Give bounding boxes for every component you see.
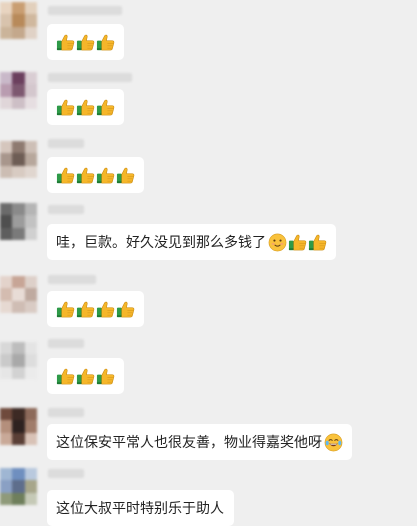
message-bubble[interactable] (47, 24, 124, 60)
thumbs-up-icon (76, 98, 95, 117)
sender-name (48, 205, 84, 214)
avatar[interactable] (0, 203, 37, 240)
thumbs-up-icon (116, 166, 135, 185)
thumbs-up-icon (116, 300, 135, 319)
message-text: 哇，巨款。好久没见到那么多钱了 (56, 235, 266, 251)
sender-name (48, 408, 84, 417)
sender-name (48, 139, 84, 148)
sender-name (48, 339, 84, 348)
thumbs-up-icon (56, 367, 75, 386)
thumbs-up-icon (76, 166, 95, 185)
sender-name (48, 6, 122, 15)
sender-name (48, 469, 84, 478)
thumbs-up-icon (56, 166, 75, 185)
avatar[interactable] (0, 342, 37, 379)
avatar[interactable] (0, 141, 37, 178)
avatar[interactable] (0, 408, 37, 445)
sender-name (48, 73, 132, 82)
message-bubble[interactable] (47, 157, 144, 193)
thumbs-up-icon (56, 98, 75, 117)
thumbs-up-icon (76, 33, 95, 52)
thumbs-up-icon (96, 166, 115, 185)
thumbs-up-icon (56, 33, 75, 52)
thumbs-up-icon (288, 233, 307, 252)
thumbs-up-icon (96, 367, 115, 386)
avatar[interactable] (0, 2, 37, 39)
thumbs-up-icon (56, 300, 75, 319)
message-bubble[interactable]: 这位大叔平时特别乐于助人 (47, 490, 234, 526)
laugh-tears-face-icon (324, 433, 343, 452)
message-bubble[interactable]: 哇，巨款。好久没见到那么多钱了 (47, 224, 336, 260)
message-text: 这位保安平常人也很友善，物业得嘉奖他呀 (56, 435, 322, 451)
thumbs-up-icon (96, 98, 115, 117)
avatar[interactable] (0, 276, 37, 313)
sender-name (48, 275, 96, 284)
thumbs-up-icon (96, 300, 115, 319)
thumbs-up-icon (308, 233, 327, 252)
avatar[interactable] (0, 468, 37, 505)
thumbs-up-icon (76, 300, 95, 319)
thumbs-up-icon (96, 33, 115, 52)
message-bubble[interactable] (47, 291, 144, 327)
message-bubble[interactable]: 这位保安平常人也很友善，物业得嘉奖他呀 (47, 424, 352, 460)
thumbs-up-icon (76, 367, 95, 386)
message-bubble[interactable] (47, 89, 124, 125)
message-bubble[interactable] (47, 358, 124, 394)
avatar[interactable] (0, 72, 37, 109)
smile-face-icon (268, 233, 287, 252)
message-text: 这位大叔平时特别乐于助人 (56, 501, 224, 517)
